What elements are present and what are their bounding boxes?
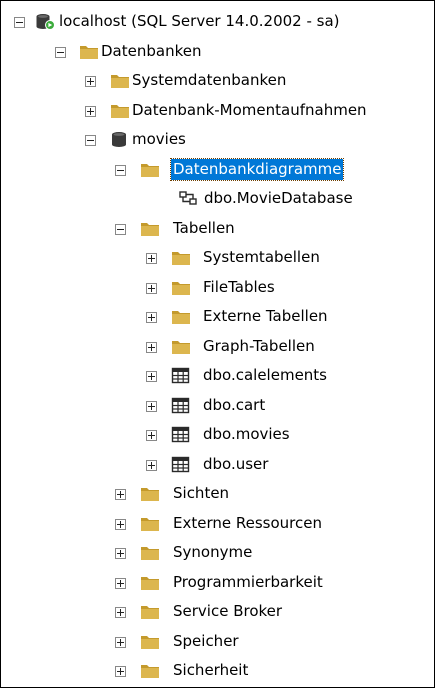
table-icon <box>171 456 190 472</box>
tree-node-table-movies[interactable]: dbo.movies <box>1 420 434 450</box>
expand-toggle-icon[interactable] <box>115 607 126 618</box>
collapse-toggle-icon[interactable] <box>55 46 66 58</box>
tree-node-label[interactable]: Speicher <box>171 631 241 652</box>
tree-node-database-snapshots[interactable]: Datenbank-Momentaufnahmen <box>1 96 434 126</box>
tree-node-label[interactable]: dbo.MovieDatabase <box>202 188 355 209</box>
tree-node-synonyms[interactable]: Synonyme <box>1 538 434 568</box>
table-icon <box>171 426 190 443</box>
tree-node-label[interactable]: Tabellen <box>171 218 237 239</box>
tree-node-movies-database[interactable]: movies <box>1 125 434 155</box>
folder-icon <box>172 340 190 354</box>
tree-node-service-broker[interactable]: Service Broker <box>1 597 434 627</box>
tree-node-table-calelements[interactable]: dbo.calelements <box>1 361 434 391</box>
folder-icon <box>141 576 159 590</box>
collapse-toggle-icon[interactable] <box>14 17 25 28</box>
table-icon <box>171 367 190 384</box>
collapse-toggle-icon[interactable] <box>115 223 126 235</box>
tree-node-server[interactable]: localhost (SQL Server 14.0.2002 - sa) <box>1 7 434 37</box>
tree-node-views[interactable]: Sichten <box>1 479 434 509</box>
expand-toggle-icon[interactable] <box>146 430 157 441</box>
expand-toggle-icon[interactable] <box>115 577 126 589</box>
collapse-toggle-icon[interactable] <box>115 164 126 176</box>
expand-toggle-icon[interactable] <box>115 548 126 559</box>
expand-toggle-icon[interactable] <box>115 636 126 648</box>
folder-icon <box>141 635 159 649</box>
tree-node-filetables[interactable]: FileTables <box>1 273 434 303</box>
tree-node-label[interactable]: dbo.calelements <box>201 365 329 386</box>
collapse-toggle-icon[interactable] <box>85 135 96 146</box>
object-explorer-panel: localhost (SQL Server 14.0.2002 - sa) Da… <box>0 0 435 688</box>
tree-node-security[interactable]: Sicherheit <box>1 656 434 686</box>
folder-icon <box>141 547 159 560</box>
tree-node-label[interactable]: Service Broker <box>171 601 284 622</box>
tree-node-tables[interactable]: Tabellen <box>1 214 434 244</box>
tree-node-diagram-moviedatabase[interactable]: dbo.MovieDatabase <box>1 184 434 214</box>
tree-node-label[interactable]: Datenbanken <box>99 41 203 62</box>
tree-node-system-tables[interactable]: Systemtabellen <box>1 243 434 273</box>
tree-node-label[interactable]: Systemtabellen <box>201 247 322 268</box>
expand-toggle-icon[interactable] <box>146 459 157 471</box>
expand-toggle-icon[interactable] <box>115 518 126 530</box>
tree-node-label[interactable]: localhost (SQL Server 14.0.2002 - sa) <box>57 11 342 32</box>
tree-node-label[interactable]: dbo.cart <box>201 395 267 416</box>
tree-node-storage[interactable]: Speicher <box>1 627 434 657</box>
tree-node-label[interactable]: Sicherheit <box>171 660 250 681</box>
tree-node-label[interactable]: dbo.user <box>201 454 270 475</box>
tree-node-label[interactable]: Systemdatenbanken <box>130 70 288 91</box>
expand-toggle-icon[interactable] <box>146 371 157 382</box>
folder-icon <box>141 222 159 236</box>
server-icon <box>36 14 55 30</box>
folder-icon <box>111 75 129 88</box>
expand-toggle-icon[interactable] <box>146 253 157 264</box>
tree-node-label[interactable]: movies <box>130 129 188 150</box>
object-explorer-tree: localhost (SQL Server 14.0.2002 - sa) Da… <box>1 7 434 686</box>
tree-node-label[interactable]: Datenbank-Momentaufnahmen <box>130 100 369 121</box>
expand-toggle-icon[interactable] <box>115 489 126 500</box>
folder-icon <box>141 606 159 619</box>
table-icon <box>171 397 190 413</box>
expand-toggle-icon[interactable] <box>146 341 157 353</box>
tree-node-label[interactable]: FileTables <box>201 277 277 298</box>
folder-icon <box>80 45 98 59</box>
database-icon <box>112 132 126 147</box>
tree-node-external-tables[interactable]: Externe Tabellen <box>1 302 434 332</box>
diagram-icon <box>179 191 197 205</box>
expand-toggle-icon[interactable] <box>146 282 157 294</box>
expand-toggle-icon[interactable] <box>85 105 96 117</box>
tree-node-label[interactable]: Synonyme <box>171 542 254 563</box>
expand-toggle-icon[interactable] <box>146 400 157 412</box>
folder-icon <box>172 311 190 324</box>
tree-node-label[interactable]: Sichten <box>171 483 231 504</box>
folder-icon <box>172 281 190 295</box>
tree-node-table-cart[interactable]: dbo.cart <box>1 391 434 421</box>
expand-toggle-icon[interactable] <box>146 312 157 323</box>
tree-node-system-databases[interactable]: Systemdatenbanken <box>1 66 434 96</box>
tree-node-database-diagrams[interactable]: Datenbankdiagramme <box>1 155 434 185</box>
tree-node-label[interactable]: Externe Ressourcen <box>171 513 324 534</box>
expand-toggle-icon[interactable] <box>115 666 126 677</box>
folder-icon <box>141 665 159 678</box>
tree-node-label-selected[interactable]: Datenbankdiagramme <box>169 157 345 181</box>
tree-node-table-user[interactable]: dbo.user <box>1 450 434 480</box>
tree-node-databases[interactable]: Datenbanken <box>1 37 434 67</box>
folder-icon <box>172 252 190 265</box>
folder-icon <box>141 163 159 177</box>
tree-node-graph-tables[interactable]: Graph-Tabellen <box>1 332 434 362</box>
expand-toggle-icon[interactable] <box>85 76 96 87</box>
folder-icon <box>111 104 129 118</box>
tree-node-label[interactable]: dbo.movies <box>201 424 292 445</box>
tree-node-label[interactable]: Graph-Tabellen <box>201 336 317 357</box>
tree-node-external-resources[interactable]: Externe Ressourcen <box>1 509 434 539</box>
folder-icon <box>141 488 159 501</box>
folder-icon <box>141 517 159 531</box>
tree-node-label[interactable]: Externe Tabellen <box>201 306 330 327</box>
tree-node-label[interactable]: Programmierbarkeit <box>171 572 325 593</box>
tree-node-programmability[interactable]: Programmierbarkeit <box>1 568 434 598</box>
